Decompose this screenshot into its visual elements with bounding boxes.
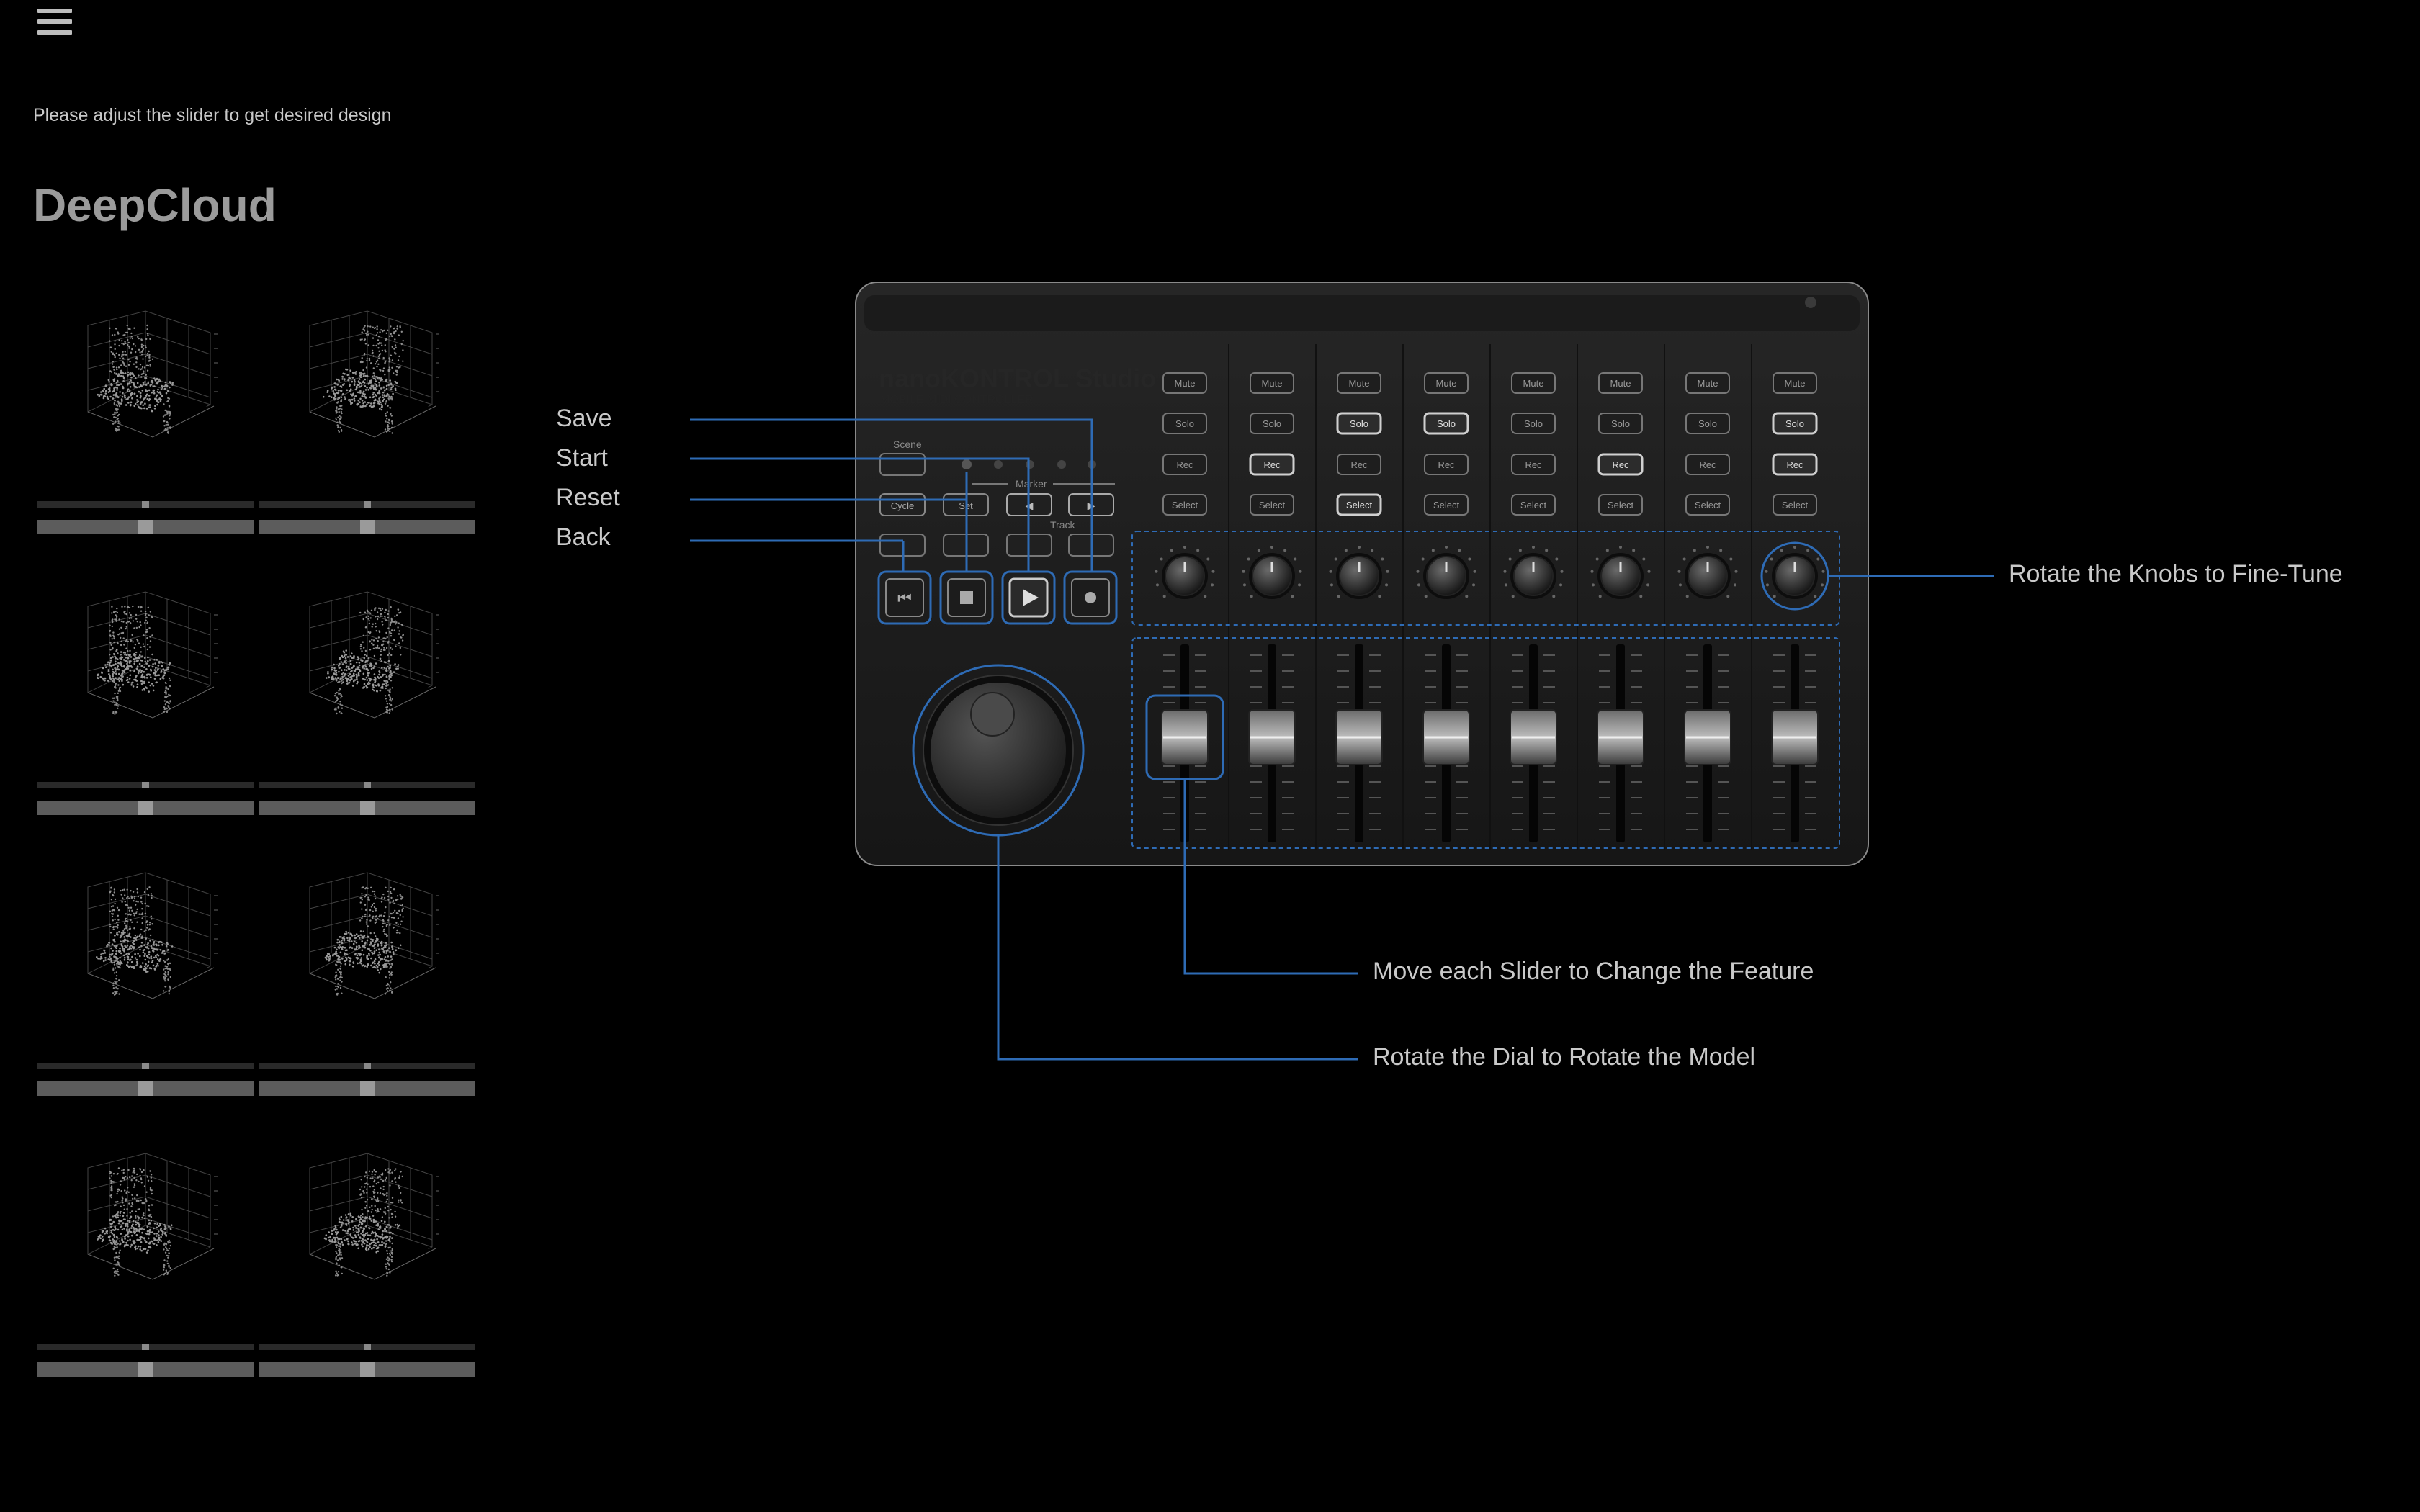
controller-subtitle: MOBILE MIDI CONTROLLER xyxy=(880,394,1033,406)
channel-5-mute-label: Mute xyxy=(1523,378,1544,389)
record-icon xyxy=(1085,592,1096,603)
channel-7-rec-label: Rec xyxy=(1699,459,1716,470)
channel-5-solo-label: Solo xyxy=(1524,418,1543,429)
skip-back-icon: ⏮ xyxy=(897,590,912,608)
channel-5-rec-label: Rec xyxy=(1525,459,1542,470)
channel-1-rec-label: Rec xyxy=(1176,459,1193,470)
channel-6-solo-label: Solo xyxy=(1611,418,1630,429)
channel-7-solo-label: Solo xyxy=(1698,418,1717,429)
led-2 xyxy=(994,460,1003,469)
controller-brand: nanoKONTROL Studio xyxy=(879,364,1156,393)
scene-label: Scene xyxy=(893,438,922,450)
channel-2-select-label: Select xyxy=(1259,500,1286,510)
channel-6-rec-label: Rec xyxy=(1612,459,1629,470)
channel-4-rec-label: Rec xyxy=(1438,459,1455,470)
scene-button[interactable] xyxy=(879,453,926,476)
channel-2-solo-label: Solo xyxy=(1263,418,1281,429)
channel-8-mute-label: Mute xyxy=(1785,378,1806,389)
led-4 xyxy=(1057,460,1066,469)
channel-8-rec-label: Rec xyxy=(1786,459,1803,470)
channel-1-select-label: Select xyxy=(1172,500,1198,510)
channel-2-rec-label: Rec xyxy=(1263,459,1281,470)
channel-3-solo-label: Solo xyxy=(1350,418,1368,429)
marker-label: Marker xyxy=(1016,478,1047,490)
channel-4-mute-label: Mute xyxy=(1436,378,1457,389)
channel-1-mute-label: Mute xyxy=(1175,378,1196,389)
channel-2-mute-label: Mute xyxy=(1262,378,1283,389)
channel-3-select-label: Select xyxy=(1346,500,1373,510)
cycle-label: Cycle xyxy=(891,500,915,511)
channel-3-mute-label: Mute xyxy=(1349,378,1370,389)
stop-icon xyxy=(960,591,973,604)
track-label: Track xyxy=(1050,519,1075,531)
channel-6-select-label: Select xyxy=(1608,500,1634,510)
channel-1-solo-label: Solo xyxy=(1175,418,1194,429)
channel-3-rec-label: Rec xyxy=(1350,459,1368,470)
channel-4-select-label: Select xyxy=(1433,500,1460,510)
channel-7-select-label: Select xyxy=(1695,500,1721,510)
led-3 xyxy=(1026,460,1034,469)
jog-dial-finger-dimple xyxy=(970,692,1015,737)
midi-controller: nanoKONTROL Studio MOBILE MIDI CONTROLLE… xyxy=(690,282,1994,1061)
channel-4-solo-label: Solo xyxy=(1437,418,1456,429)
channel-6-mute-label: Mute xyxy=(1610,378,1631,389)
channel-8-select-label: Select xyxy=(1782,500,1809,510)
channel-7-mute-label: Mute xyxy=(1698,378,1718,389)
channel-5-select-label: Select xyxy=(1520,500,1547,510)
status-led xyxy=(1805,297,1816,308)
channel-8-solo-label: Solo xyxy=(1785,418,1804,429)
led-1 xyxy=(962,459,972,469)
